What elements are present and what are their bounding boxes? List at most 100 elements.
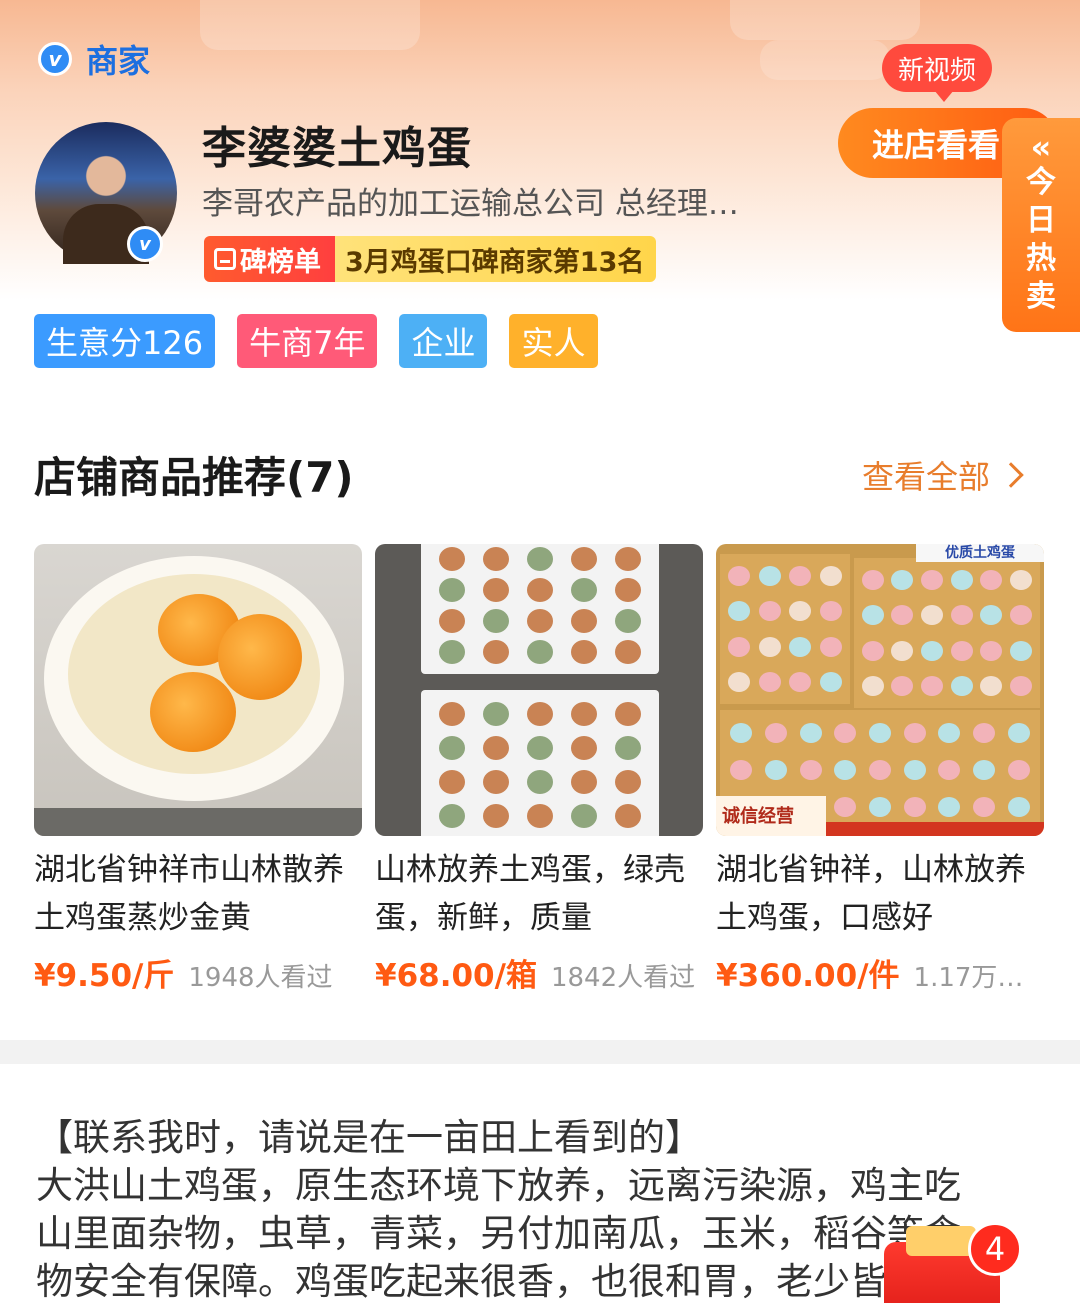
header-decoration bbox=[200, 0, 420, 50]
egg-shape bbox=[571, 608, 597, 633]
egg-shape bbox=[483, 608, 509, 633]
egg-shape bbox=[950, 676, 973, 697]
product-meta: ¥68.00/箱 1842人看过 bbox=[375, 950, 703, 995]
egg-shape bbox=[903, 759, 926, 780]
egg-shape bbox=[938, 759, 961, 780]
rank-list-label: 碑榜单 bbox=[204, 236, 335, 282]
egg-shape bbox=[728, 636, 751, 657]
egg-shape bbox=[861, 676, 884, 697]
product-views: 1948人看过 bbox=[188, 963, 333, 993]
egg-shape bbox=[730, 722, 753, 743]
reputation-rank-badge[interactable]: 碑榜单 3月鸡蛋口碑商家第13名 bbox=[204, 236, 657, 282]
egg-shape bbox=[861, 569, 884, 590]
egg-shape bbox=[439, 804, 465, 828]
product-price: ¥68.00/箱 bbox=[375, 958, 537, 994]
egg-shape bbox=[921, 676, 944, 697]
egg-shape bbox=[615, 546, 641, 571]
egg-shape bbox=[571, 546, 597, 571]
egg-shape bbox=[891, 605, 914, 626]
egg-shape bbox=[834, 797, 857, 818]
egg-shape bbox=[950, 640, 973, 661]
egg-shape bbox=[1007, 722, 1030, 743]
product-card[interactable]: 湖北省钟祥市山林散养土鸡蛋蒸炒金黄 ¥9.50/斤 1948人看过 bbox=[34, 544, 362, 995]
egg-shape bbox=[615, 736, 641, 760]
egg-shape bbox=[571, 770, 597, 794]
product-image-yolks bbox=[34, 544, 362, 836]
egg-shape bbox=[439, 577, 465, 602]
egg-shape bbox=[799, 759, 822, 780]
egg-shape bbox=[615, 770, 641, 794]
shop-page: v 商家 v 李婆婆土鸡蛋 李哥农产品的加工运输总公司 总经理… 碑榜单 3月鸡… bbox=[0, 0, 1080, 1303]
today-hot-sale-label: 今日热卖 bbox=[1026, 165, 1056, 314]
egg-carton bbox=[854, 558, 1040, 708]
egg-shape bbox=[789, 672, 812, 693]
egg-shape bbox=[728, 565, 751, 586]
egg-shape bbox=[834, 759, 857, 780]
egg-shape bbox=[764, 759, 787, 780]
egg-shape bbox=[938, 722, 961, 743]
egg-shape bbox=[980, 605, 1003, 626]
product-card[interactable]: 山林放养土鸡蛋，绿壳蛋，新鲜，质量 ¥68.00/箱 1842人看过 bbox=[375, 544, 703, 995]
egg-shape bbox=[938, 797, 961, 818]
egg-shape bbox=[868, 722, 891, 743]
egg-shape bbox=[527, 770, 553, 794]
rank-list-text: 碑榜单 bbox=[240, 246, 321, 278]
egg-shape bbox=[439, 736, 465, 760]
egg-shape bbox=[789, 601, 812, 622]
egg-shape bbox=[527, 608, 553, 633]
egg-shape bbox=[789, 565, 812, 586]
section-title: 店铺商品推荐(7) bbox=[34, 453, 354, 502]
egg-shape bbox=[1010, 676, 1033, 697]
view-all-link[interactable]: 查看全部 bbox=[862, 452, 1024, 498]
egg-shape bbox=[571, 577, 597, 602]
egg-shape bbox=[980, 676, 1003, 697]
product-card[interactable]: 优质土鸡蛋 诚信经营 湖北省钟祥，山林放养土鸡蛋，口感好 ¥360.00/件 1… bbox=[716, 544, 1044, 995]
bowl-inner bbox=[68, 574, 320, 774]
egg-shape bbox=[980, 569, 1003, 590]
egg-shape bbox=[861, 605, 884, 626]
egg-shape bbox=[527, 546, 553, 571]
egg-shape bbox=[789, 636, 812, 657]
egg-shape bbox=[439, 546, 465, 571]
avatar[interactable]: v bbox=[35, 122, 177, 264]
merchant-verified-tag: v 商家 bbox=[38, 36, 150, 82]
new-video-bubble: 新视频 bbox=[882, 44, 993, 102]
rank-detail-text: 3月鸡蛋口碑商家第13名 bbox=[335, 236, 657, 282]
egg-shape bbox=[764, 722, 787, 743]
yolk-shape bbox=[218, 614, 302, 700]
product-title: 湖北省钟祥，山林放养土鸡蛋，口感好 bbox=[716, 852, 1026, 936]
description-line: 【联系我时，请说是在一亩田上看到的】 bbox=[36, 1116, 702, 1159]
egg-shape bbox=[483, 736, 509, 760]
egg-shape bbox=[527, 804, 553, 828]
egg-shape bbox=[819, 601, 842, 622]
egg-shape bbox=[861, 640, 884, 661]
egg-shape bbox=[571, 639, 597, 664]
merchant-label: 商家 bbox=[86, 42, 151, 80]
egg-shape bbox=[972, 759, 995, 780]
egg-shape bbox=[439, 770, 465, 794]
section-divider bbox=[0, 1040, 1080, 1064]
egg-shape bbox=[819, 672, 842, 693]
egg-shape bbox=[728, 672, 751, 693]
egg-shape bbox=[615, 804, 641, 828]
egg-shape bbox=[483, 639, 509, 664]
egg-shape bbox=[571, 804, 597, 828]
egg-shape bbox=[1010, 605, 1033, 626]
chevron-right-icon bbox=[998, 462, 1024, 488]
description-line: 大洪山土鸡蛋，原生态环境下放养，远离污染源，鸡主吃 bbox=[36, 1164, 961, 1207]
today-hot-sale-tab[interactable]: « 今日热卖 bbox=[1002, 118, 1080, 332]
product-meta: ¥9.50/斤 1948人看过 bbox=[34, 950, 362, 995]
egg-shape bbox=[439, 639, 465, 664]
years-tag: 牛商7年 bbox=[237, 314, 378, 368]
product-views: 1.17万… bbox=[913, 963, 1024, 993]
egg-shape bbox=[799, 722, 822, 743]
yolk-shape bbox=[150, 672, 236, 752]
red-envelope-count-badge: 4 bbox=[968, 1222, 1022, 1276]
verified-v-icon: v bbox=[38, 42, 72, 76]
egg-shape bbox=[758, 565, 781, 586]
egg-shape bbox=[921, 605, 944, 626]
egg-shape bbox=[483, 770, 509, 794]
egg-shape bbox=[950, 569, 973, 590]
egg-shape bbox=[819, 565, 842, 586]
avatar-verified-icon: v bbox=[127, 226, 163, 262]
